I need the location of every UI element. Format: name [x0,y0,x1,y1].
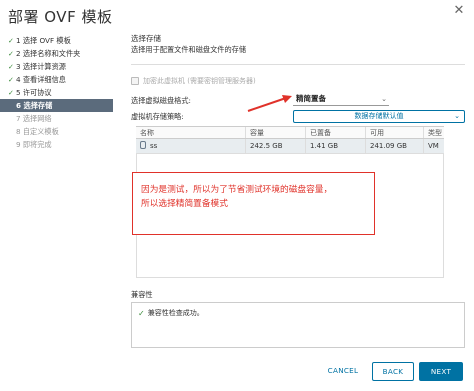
step-4[interactable]: ✓ 4 查看详细信息 [0,73,122,86]
datastore-capacity: 242.5 GB [246,139,306,153]
disk-format-value: 精简置备 [296,94,326,103]
annotation-line: 所以选择精简置备模式 [141,199,228,209]
step-9: 9 即将完成 [0,138,122,151]
datastore-icon [140,141,146,149]
step-7: 7 选择网络 [0,112,122,125]
annotation-note: 因为是测试，所以为了节省测试环境的磁盘容量， 所以选择精简置备模式 [132,172,375,235]
column-header[interactable]: 类型 [424,127,444,138]
disk-format-select[interactable]: 精简置备 ⌄ [293,93,389,106]
cancel-button[interactable]: CANCEL [321,362,365,381]
column-header[interactable]: 已置备 [306,127,366,138]
step-label: 6 选择存储 [16,101,53,110]
check-icon: ✓ [138,308,145,318]
back-button[interactable]: BACK [372,362,414,381]
main-header: 选择存储 选择用于配置文件和磁盘文件的存储 [131,34,471,55]
chevron-down-icon: ⌄ [454,112,460,120]
wizard-title: 部署 OVF 模板 [8,8,113,26]
step-label: 9 即将完成 [16,140,52,149]
datastore-free: 241.09 GB [366,139,424,153]
datastore-name: ss [150,142,158,150]
step-label: 3 选择计算资源 [16,62,66,71]
chevron-down-icon: ⌄ [381,95,387,103]
compatibility-status: ✓ 兼容性检查成功。 [138,308,204,318]
column-header[interactable]: 可用 [366,127,424,138]
page-description: 选择用于配置文件和磁盘文件的存储 [131,45,247,54]
next-button[interactable]: NEXT [419,362,463,381]
step-2[interactable]: ✓ 2 选择名称和文件夹 [0,47,122,60]
close-icon[interactable]: ✕ [452,4,466,18]
disk-format-label: 选择虚拟磁盘格式: [131,96,191,105]
step-label: 7 选择网络 [16,114,52,123]
step-label: 2 选择名称和文件夹 [16,49,81,58]
table-row[interactable]: ss 242.5 GB 1.41 GB 241.09 GB VM [136,139,444,154]
vm-storage-policy-select[interactable]: 数据存储默认值 ⌄ [293,110,465,123]
encrypt-checkbox-label: 加密此虚拟机 (需要密钥管理服务器) [143,77,256,85]
vm-storage-policy-label: 虚拟机存储策略: [131,112,184,121]
datastore-table: 名称 容量 已置备 可用 类型 ss 242.5 GB 1.41 GB 241.… [136,126,444,154]
datastore-provisioned: 1.41 GB [306,139,366,153]
encrypt-vm-option: 加密此虚拟机 (需要密钥管理服务器) [131,76,256,86]
step-6-active[interactable]: 6 选择存储 [0,99,113,112]
annotation-line: 因为是测试，所以为了节省测试环境的磁盘容量， [141,185,333,195]
compatibility-status-text: 兼容性检查成功。 [147,309,204,317]
compatibility-label: 兼容性 [131,290,153,299]
column-header[interactable]: 容量 [246,127,306,138]
step-label: 4 查看详细信息 [16,75,66,84]
datastore-type: VM [428,142,439,150]
page-title: 选择存储 [131,34,161,43]
compatibility-box: ✓ 兼容性检查成功。 [131,302,465,348]
step-8: 8 自定义模板 [0,125,122,138]
step-1[interactable]: ✓ 1 选择 OVF 模板 [0,34,122,47]
step-3[interactable]: ✓ 3 选择计算资源 [0,60,122,73]
step-label: 8 自定义模板 [16,127,59,136]
encrypt-checkbox [131,77,139,85]
step-label: 5 许可协议 [16,88,52,97]
step-5[interactable]: ✓ 5 许可协议 [0,86,122,99]
table-header: 名称 容量 已置备 可用 类型 [136,127,444,139]
column-header[interactable]: 名称 [136,127,246,138]
vm-storage-policy-value: 数据存储默认值 [354,112,404,120]
divider [131,64,465,65]
wizard-steps: ✓ 1 选择 OVF 模板 ✓ 2 选择名称和文件夹 ✓ 3 选择计算资源 ✓ 4 查看… [0,34,122,151]
step-label: 1 选择 OVF 模板 [16,36,71,45]
arrow-annotation-icon [247,95,292,112]
